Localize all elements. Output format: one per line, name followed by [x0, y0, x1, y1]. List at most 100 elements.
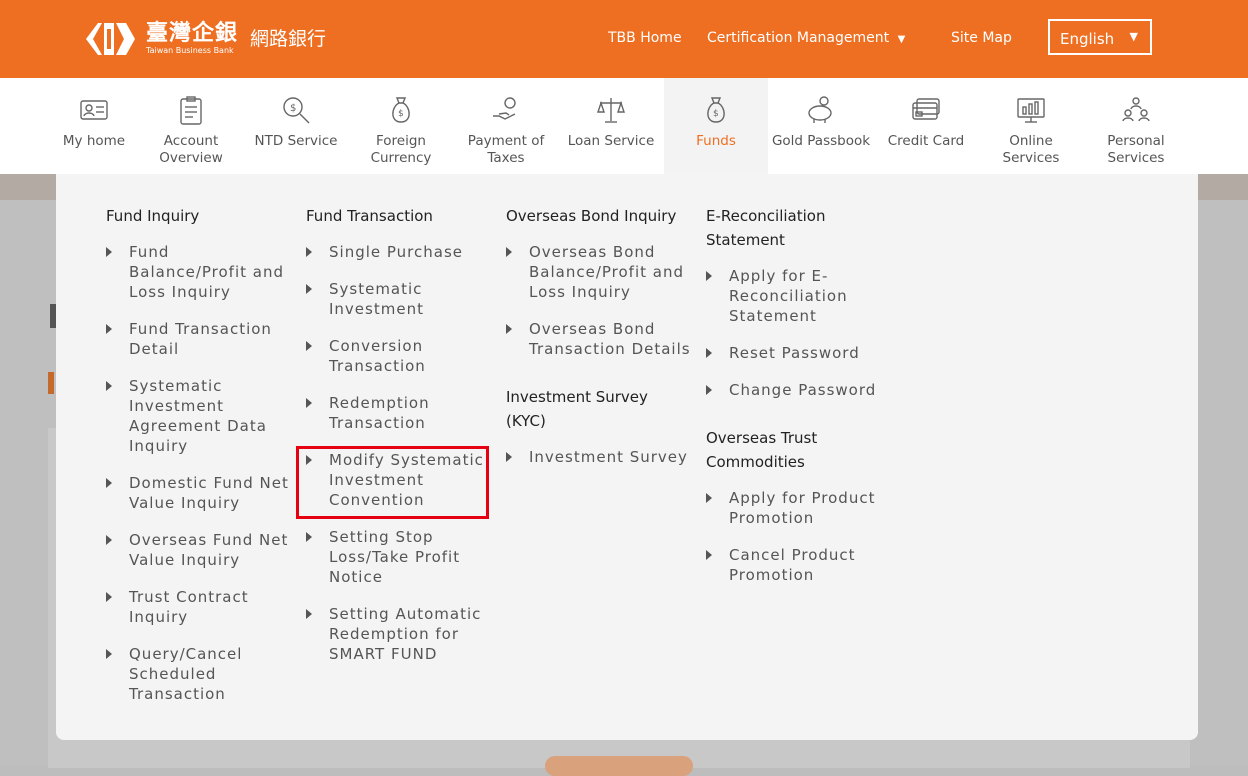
caret-right-icon: [306, 398, 312, 408]
menu-item[interactable]: Systematic Investment: [306, 279, 491, 319]
menu-item[interactable]: Trust Contract Inquiry: [106, 587, 291, 627]
certification-management-label: Certification Management: [707, 30, 890, 46]
bank-logo[interactable]: 臺灣企銀 Taiwan Business Bank 網路銀行: [86, 20, 326, 58]
e-reconciliation-column: E-Reconciliation Statement Apply for E-R…: [706, 204, 881, 602]
svg-text:$: $: [290, 103, 296, 114]
menu-item-label: Trust Contract Inquiry: [129, 588, 249, 626]
menu-item[interactable]: Fund Transaction Detail: [106, 319, 291, 359]
menu-item[interactable]: Single Purchase: [306, 242, 491, 262]
hand-coin-icon: [493, 97, 516, 120]
caret-right-icon: [306, 609, 312, 619]
nav-personal-services[interactable]: Personal Services: [1084, 78, 1188, 174]
nav-label: NTD Service: [254, 133, 338, 149]
menu-item[interactable]: Investment Survey: [506, 447, 691, 467]
caret-right-icon: [706, 348, 712, 358]
menu-item-label: Conversion Transaction: [329, 337, 426, 375]
site-map-link[interactable]: Site Map: [951, 30, 1012, 46]
nav-credit-card[interactable]: Credit Card: [874, 78, 978, 174]
menu-item-label: Fund Balance/Profit and Loss Inquiry: [129, 243, 284, 301]
menu-item[interactable]: Domestic Fund Net Value Inquiry: [106, 473, 291, 513]
caret-right-icon: [306, 341, 312, 351]
menu-item[interactable]: Redemption Transaction: [306, 393, 491, 433]
main-nav: My home Account Overview $ NTD Service $…: [0, 78, 1248, 174]
menu-item[interactable]: Systematic Investment Agreement Data Inq…: [106, 376, 291, 456]
fund-bag-icon: $: [707, 97, 725, 123]
menu-item[interactable]: Overseas Fund Net Value Inquiry: [106, 530, 291, 570]
certification-management-link[interactable]: Certification Management ▼: [707, 30, 905, 46]
menu-item-label: Systematic Investment: [329, 280, 424, 318]
menu-item[interactable]: Overseas Bond Balance/Profit and Loss In…: [506, 242, 691, 302]
caret-right-icon: [306, 284, 312, 294]
caret-right-icon: [106, 324, 112, 334]
menu-item[interactable]: Reset Password: [706, 343, 881, 363]
nav-gold-passbook[interactable]: Gold Passbook: [769, 78, 873, 174]
overseas-bond-column: Overseas Bond Inquiry Overseas Bond Bala…: [506, 204, 691, 484]
menu-item-label: Cancel Product Promotion: [729, 546, 856, 584]
menu-item[interactable]: Cancel Product Promotion: [706, 545, 881, 585]
menu-item[interactable]: Conversion Transaction: [306, 336, 491, 376]
nav-label: Gold Passbook: [771, 133, 871, 149]
caret-right-icon: [106, 592, 112, 602]
svg-text:$: $: [713, 109, 719, 119]
caret-right-icon: [706, 271, 712, 281]
menu-item[interactable]: Apply for E-Reconciliation Statement: [706, 266, 881, 326]
nav-foreign-currency[interactable]: $ Foreign Currency: [349, 78, 453, 174]
overseas-trust-title: Overseas Trust Commodities: [706, 429, 818, 471]
language-label: English: [1060, 30, 1115, 48]
chevron-down-icon: ▼: [897, 34, 906, 45]
nav-ntd-service[interactable]: $ NTD Service: [244, 78, 348, 174]
nav-online-services[interactable]: Online Services: [979, 78, 1083, 174]
top-header: 臺灣企銀 Taiwan Business Bank 網路銀行 TBB Home …: [0, 0, 1248, 78]
nav-payment-of-taxes[interactable]: Payment of Taxes: [454, 78, 558, 174]
menu-item[interactable]: Overseas Bond Transaction Details: [506, 319, 691, 359]
menu-item-label: Setting Stop Loss/Take Profit Notice: [329, 528, 461, 586]
nav-label: Funds: [696, 133, 736, 149]
menu-item-label: Overseas Fund Net Value Inquiry: [129, 531, 289, 569]
nav-label: Online Services: [1002, 133, 1060, 166]
caret-right-icon: [506, 452, 512, 462]
coin-search-icon: $: [283, 97, 310, 124]
person-card-icon: [80, 100, 108, 120]
caret-right-icon: [106, 649, 112, 659]
logo-name-en: Taiwan Business Bank: [146, 46, 234, 55]
menu-item-label: Change Password: [729, 381, 877, 399]
menu-item[interactable]: Setting Automatic Redemption for SMART F…: [306, 604, 491, 664]
nav-label: Payment of Taxes: [467, 133, 545, 166]
logo-name-zh: 臺灣企銀: [146, 21, 239, 46]
menu-item-label: Investment Survey: [529, 448, 688, 466]
menu-item-label: Fund Transaction Detail: [129, 320, 272, 358]
nav-my-home[interactable]: My home: [42, 78, 146, 174]
caret-right-icon: [306, 532, 312, 542]
tbb-home-link[interactable]: TBB Home: [608, 30, 682, 46]
people-icon: [1122, 97, 1150, 122]
caret-right-icon: [106, 478, 112, 488]
menu-item[interactable]: Query/Cancel Scheduled Transaction: [106, 644, 291, 704]
page-button: [545, 756, 693, 776]
nav-loan-service[interactable]: Loan Service: [559, 78, 663, 174]
menu-item-label: Apply for Product Promotion: [729, 489, 876, 527]
menu-item[interactable]: Fund Balance/Profit and Loss Inquiry: [106, 242, 291, 302]
overseas-bond-title: Overseas Bond Inquiry: [506, 207, 677, 225]
menu-item[interactable]: Setting Stop Loss/Take Profit Notice: [306, 527, 491, 587]
kyc-title: Investment Survey (KYC): [506, 388, 648, 430]
menu-item-label: Domestic Fund Net Value Inquiry: [129, 474, 289, 512]
nav-label: My home: [62, 133, 126, 149]
chevron-down-icon: ▼: [1129, 30, 1138, 43]
nav-funds[interactable]: $ Funds: [664, 78, 768, 174]
nav-label: Loan Service: [567, 133, 655, 149]
monitor-chart-icon: [1017, 98, 1045, 123]
menu-item-label: Redemption Transaction: [329, 394, 430, 432]
nav-label: Personal Services: [1107, 133, 1165, 166]
caret-right-icon: [306, 247, 312, 257]
fund-transaction-title: Fund Transaction: [306, 207, 433, 225]
language-select[interactable]: English ▼: [1048, 19, 1152, 55]
caret-right-icon: [106, 247, 112, 257]
menu-item-label: Query/Cancel Scheduled Transaction: [129, 645, 243, 703]
scale-icon: [597, 98, 625, 123]
logo-subtitle: 網路銀行: [250, 27, 327, 50]
nav-account-overview[interactable]: Account Overview: [139, 78, 243, 174]
menu-item[interactable]: Change Password: [706, 380, 881, 400]
fund-transaction-column: Fund Transaction Single Purchase Systema…: [306, 204, 491, 681]
menu-item-label: Overseas Bond Transaction Details: [529, 320, 691, 358]
menu-item[interactable]: Apply for Product Promotion: [706, 488, 881, 528]
